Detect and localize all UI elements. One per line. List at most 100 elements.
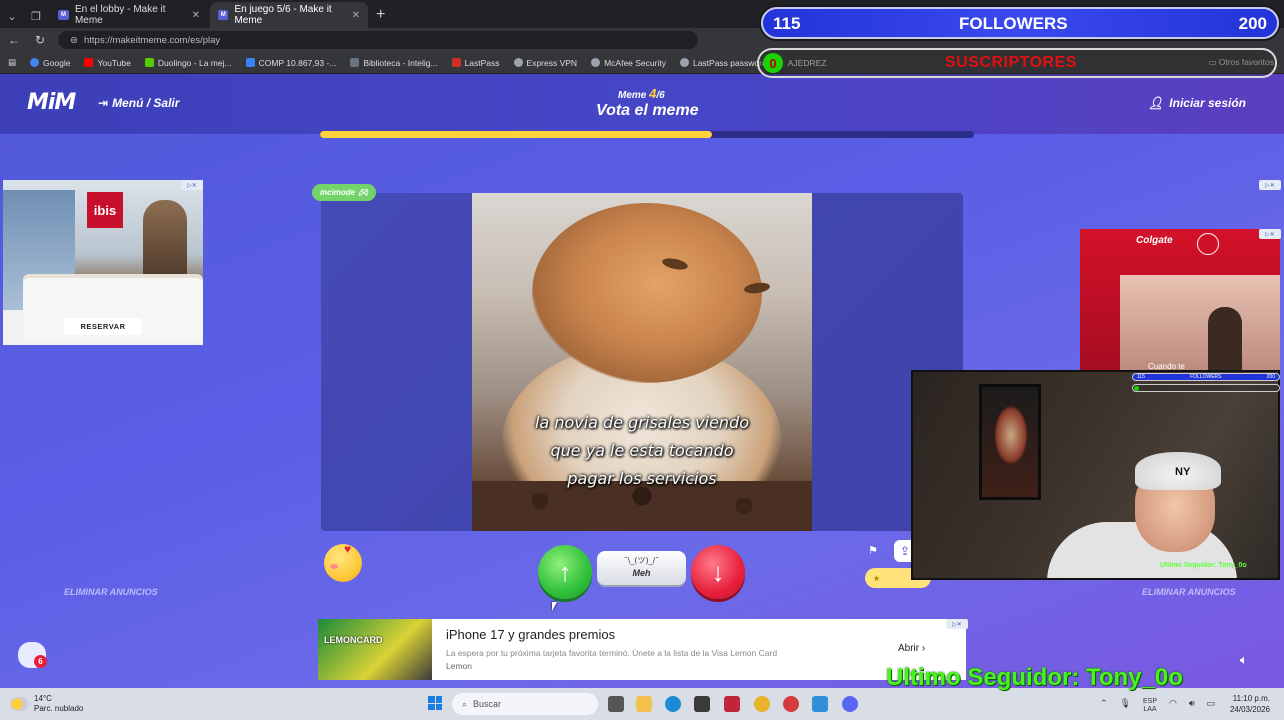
blush-icon (330, 564, 338, 569)
screen: ⌄ ❐ M En el lobby - Make it Meme ✕ M En … (0, 0, 1284, 720)
meh-button[interactable]: ¯\_(ツ)_/¯ Meh (597, 551, 686, 585)
meh-label: Meh (632, 568, 651, 578)
ad-open-button[interactable]: Abrir › (898, 643, 925, 654)
weather-text: 14°C Parc. nublado (34, 694, 83, 714)
site-info-icon[interactable]: ⊜ (70, 35, 78, 46)
close-icon[interactable]: ✕ (352, 10, 360, 21)
task-view-icon[interactable] (608, 696, 624, 712)
login-button[interactable]: 👤︎ Iniciar sesión (1148, 96, 1246, 110)
clock-date: 24/03/2026 (1229, 705, 1270, 714)
new-tab-icon[interactable]: + (368, 6, 393, 28)
ad-choices-icon[interactable]: ▷✕ (1259, 229, 1281, 239)
tab-title: En juego 5/6 - Make it Meme (234, 4, 332, 26)
close-icon[interactable]: ✕ (192, 10, 200, 21)
wifi-icon[interactable]: ◠ (1169, 698, 1177, 714)
bookmark-mcafee[interactable]: McAfee Security (591, 58, 666, 68)
controller-icon: 🎮︎ (358, 188, 369, 197)
author-tag[interactable]: mcimode 🎮︎ (312, 184, 377, 201)
ad-thumbnail: LEMONCARD (318, 619, 432, 680)
subscribers-label: SUSCRIPTORES (945, 54, 1077, 71)
ad-description: La espera por tu próxima tarjeta favorit… (446, 648, 778, 658)
chevron-up-icon[interactable]: ⌃ (1100, 698, 1108, 714)
mini-followers-goal: 200 (1266, 374, 1275, 380)
bookmark-biblioteca[interactable]: Biblioteca - Intelig... (350, 58, 438, 68)
weather-widget[interactable]: 14°C Parc. nublado (10, 694, 83, 714)
menu-exit-button[interactable]: ⇥ Menú / Salir (98, 96, 179, 110)
report-flag-icon[interactable]: ⚑ (868, 544, 878, 557)
bookmark-label: LastPass (464, 57, 500, 68)
globe-icon (513, 58, 523, 67)
mim-logo[interactable]: MiM (27, 90, 76, 115)
exit-icon: ⇥ (98, 96, 109, 110)
mini-followers-count: 115 (1137, 374, 1145, 380)
store-icon[interactable] (694, 696, 710, 712)
bookmark-youtube[interactable]: YouTube (84, 58, 131, 68)
tab-search-icon[interactable]: ⌄ (0, 4, 24, 28)
bookmark-expressvpn[interactable]: Express VPN (513, 57, 578, 68)
mouse-cursor-icon (552, 602, 557, 611)
bookmark-lastpass[interactable]: LastPass (451, 57, 500, 68)
discord-icon[interactable] (842, 696, 858, 712)
colgate-ad[interactable]: Colgate (1080, 229, 1280, 379)
tab-lobby[interactable]: M En el lobby - Make it Meme ✕ (50, 2, 208, 28)
ad-choices-icon[interactable]: ▷✕ (181, 180, 203, 190)
bookmark-label: Duolingo - La mej... (157, 57, 232, 68)
login-label: Iniciar sesión (1169, 96, 1246, 110)
downvote-button[interactable]: ↓ (691, 545, 745, 599)
file-explorer-icon[interactable] (636, 696, 652, 712)
mim-favicon-icon: M (218, 10, 229, 20)
speaker-icon[interactable]: 🔈︎ (1240, 652, 1248, 668)
cat-head (532, 203, 762, 383)
app-icon[interactable] (724, 696, 740, 712)
clock[interactable]: 11:10 p.m. 24/03/2026 (1230, 693, 1270, 715)
url-field[interactable]: ⊜ https://makeitmeme.com/es/play (58, 31, 698, 49)
edge-icon[interactable] (665, 696, 681, 712)
lang-indicator[interactable]: ESP LAA (1143, 698, 1157, 714)
remove-ads-left[interactable]: ELIMINAR ANUNCIOS (64, 587, 158, 597)
tab-actions-icon[interactable]: ❐ (24, 4, 48, 28)
microphone-icon[interactable]: 🎙︎ (1120, 698, 1131, 714)
chevron-right-icon: › (921, 643, 926, 654)
caption-line: pagar los servicios (567, 469, 717, 488)
last-follower-overlay: Ultimo Seguidor: Tony_0o (886, 664, 1183, 691)
ad-choices-icon[interactable]: ▷✕ (946, 619, 968, 629)
upvote-button[interactable]: ↑ (538, 545, 592, 599)
apps-icon[interactable]: ▤ (8, 57, 16, 68)
chat-badge: 6 (34, 655, 47, 668)
site-header: MiM ⇥ Menú / Salir Meme 4/6 Vota el meme… (0, 74, 1284, 134)
biblioteca-icon (350, 58, 360, 67)
chrome-icon[interactable] (754, 696, 770, 712)
ad-title[interactable]: iPhone 17 y grandes premios (446, 627, 615, 642)
lastpass-icon (451, 58, 461, 67)
back-icon[interactable]: ← (6, 33, 22, 47)
bookmark-label: Express VPN (526, 57, 578, 68)
app-icon[interactable] (783, 696, 799, 712)
bookmark-duolingo[interactable]: Duolingo - La mej... (144, 57, 232, 68)
lemon-card-ad[interactable]: LEMONCARD iPhone 17 y grandes premios La… (318, 619, 968, 680)
streamer-webcam: NY (911, 370, 1280, 580)
ad-thumb-text: LEMONCARD (324, 635, 383, 645)
reload-icon[interactable]: ↻ (32, 33, 48, 47)
shrug-icon: ¯\_(ツ)_/¯ (623, 556, 660, 565)
ad-open-label: Abrir (898, 643, 920, 654)
meme-caption: la novia de grisales viendo que ya le es… (472, 409, 812, 493)
battery-icon[interactable]: ▭ (1207, 698, 1216, 714)
google-icon (30, 58, 40, 67)
bookmark-google[interactable]: Google (30, 58, 70, 68)
ibis-ad[interactable]: ibis RESERVAR (3, 180, 203, 345)
ny-logo-icon: NY (1175, 466, 1191, 478)
reservar-button[interactable]: RESERVAR (64, 318, 142, 335)
app-icon[interactable] (812, 696, 828, 712)
search-icon: ⌕ (462, 698, 468, 709)
tab-playing[interactable]: M En juego 5/6 - Make it Meme ✕ (210, 2, 368, 28)
ad-choices-icon[interactable]: ▷✕ (1259, 180, 1281, 190)
ad-person (1208, 307, 1242, 377)
taskbar-search[interactable]: ⌕ Buscar (452, 693, 598, 715)
windows-start-icon[interactable] (428, 696, 442, 710)
volume-icon[interactable]: 🔊︎ (1189, 698, 1195, 714)
bookmark-label: COMP 10.867,93 -... (258, 57, 337, 68)
bookmark-comp[interactable]: COMP 10.867,93 -... (245, 57, 337, 68)
remove-ads-right[interactable]: ELIMINAR ANUNCIOS (1142, 587, 1236, 597)
reaction-emoji-button[interactable]: ♥ (324, 542, 362, 582)
lang-layout: LAA (1143, 706, 1157, 713)
